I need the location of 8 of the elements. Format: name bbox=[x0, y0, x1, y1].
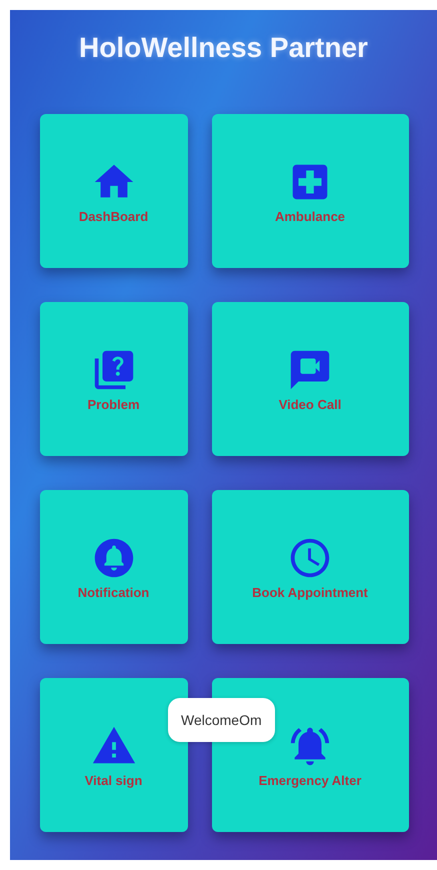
menu-tile[interactable]: Notification bbox=[40, 490, 188, 644]
menu-tile[interactable]: Ambulance bbox=[212, 114, 408, 268]
welcome-toast: WelcomeOm bbox=[168, 698, 275, 742]
menu-tile[interactable]: Book Appointment bbox=[212, 490, 408, 644]
app-title: HoloWellness Partner bbox=[79, 32, 368, 64]
menu-tile[interactable]: Problem bbox=[40, 302, 188, 456]
menu-tile[interactable]: DashBoard bbox=[40, 114, 188, 268]
menu-tile[interactable]: Video Call bbox=[212, 302, 408, 456]
